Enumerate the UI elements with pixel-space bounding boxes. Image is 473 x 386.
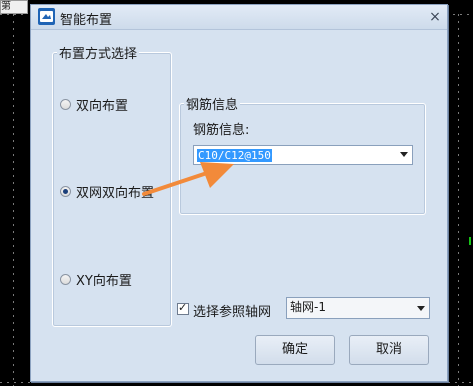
rebar-info-field-label: 钢筋信息: <box>193 123 250 138</box>
reference-axis-label[interactable]: 选择参照轴网 <box>193 301 271 320</box>
canvas-marker <box>469 237 471 245</box>
reference-axis-checkbox[interactable]: ✓ <box>177 301 189 315</box>
annotation-arrow-icon <box>142 162 234 196</box>
radio-button[interactable] <box>60 99 71 110</box>
axis-grid-select[interactable]: 轴网-1 <box>286 297 430 319</box>
canvas-grid-line <box>13 14 14 386</box>
rebar-info-group-label: 钢筋信息 <box>184 94 241 113</box>
chevron-down-icon[interactable] <box>417 306 425 311</box>
canvas-grid-line <box>0 14 28 15</box>
close-icon[interactable]: × <box>427 9 443 25</box>
radio-xy-layout[interactable]: XY向布置 <box>60 270 132 289</box>
canvas-grid-line <box>0 382 473 383</box>
canvas-corner-label: 第 <box>0 0 28 14</box>
radio-label: XY向布置 <box>76 274 132 289</box>
ok-button[interactable]: 确定 <box>255 335 335 365</box>
checkmark-icon: ✓ <box>178 301 188 314</box>
layout-mode-group-label: 布置方式选择 <box>57 43 140 62</box>
canvas-grid-line <box>458 14 459 386</box>
radio-two-way-layout[interactable]: 双向布置 <box>60 95 128 114</box>
cancel-button[interactable]: 取消 <box>349 335 429 365</box>
radio-button[interactable] <box>60 274 71 285</box>
dialog-title: 智能布置 <box>60 13 113 28</box>
chevron-down-icon[interactable] <box>400 152 408 157</box>
radio-button-checked[interactable] <box>60 186 71 197</box>
axis-grid-value: 轴网-1 <box>290 300 326 314</box>
canvas-grid-line <box>446 14 473 15</box>
radio-label: 双向布置 <box>76 99 129 114</box>
dialog-titlebar[interactable]: 智能布置 × <box>31 5 447 30</box>
app-icon <box>38 8 55 25</box>
